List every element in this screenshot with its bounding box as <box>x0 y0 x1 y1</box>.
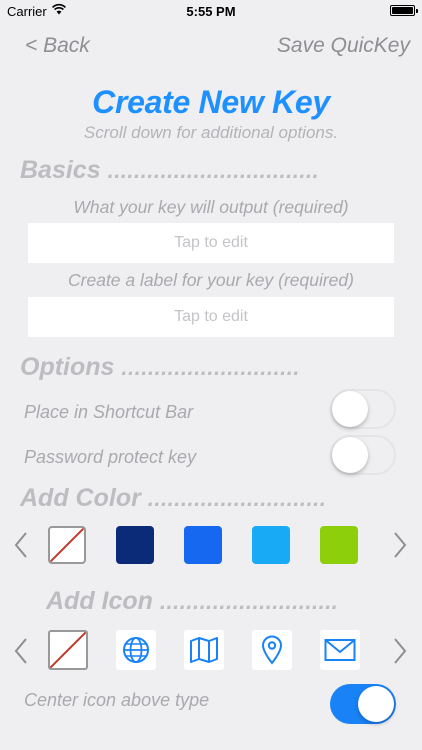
center-icon-toggle[interactable] <box>330 684 396 724</box>
color-prev-arrow-icon[interactable] <box>12 530 30 560</box>
add-color-heading: Add Color ........................... <box>20 484 326 513</box>
icon-prev-arrow-icon[interactable] <box>12 636 30 666</box>
color-next-arrow-icon[interactable] <box>391 530 409 560</box>
color-swatch-sky[interactable] <box>252 526 290 564</box>
battery-icon <box>390 5 418 16</box>
options-heading: Options ........................... <box>20 353 300 382</box>
add-icon-heading-label: Add Icon <box>46 587 153 615</box>
icon-next-arrow-icon[interactable] <box>391 636 409 666</box>
shortcut-bar-toggle[interactable] <box>330 389 396 429</box>
options-heading-label: Options <box>20 353 115 381</box>
no-color-slash-icon <box>50 528 84 562</box>
basics-heading: Basics ................................ <box>20 156 319 185</box>
map-icon <box>190 637 218 663</box>
icon-option-globe[interactable] <box>116 630 156 670</box>
back-button[interactable]: < Back <box>25 34 90 58</box>
color-swatch-none[interactable] <box>48 526 86 564</box>
password-label: Password protect key <box>24 447 197 467</box>
icon-option-location[interactable] <box>252 630 292 670</box>
status-bar: Carrier 5:55 PM <box>0 0 422 22</box>
no-icon-slash-icon <box>50 632 86 668</box>
center-icon-label: Center icon above type <box>24 690 210 710</box>
add-color-heading-label: Add Color <box>20 484 141 512</box>
section-divider: ........................... <box>121 355 300 380</box>
globe-icon <box>123 637 149 663</box>
clock: 5:55 PM <box>186 4 236 19</box>
shortcut-bar-label: Place in Shortcut Bar <box>24 402 194 422</box>
color-swatch-green[interactable] <box>320 526 358 564</box>
section-divider: ........................... <box>159 589 339 614</box>
output-hint: What your key will output (required) <box>73 197 349 217</box>
key-output-field[interactable] <box>28 223 394 263</box>
envelope-icon <box>324 639 356 661</box>
basics-heading-label: Basics <box>20 156 101 184</box>
add-icon-heading: Add Icon ........................... <box>46 587 338 616</box>
password-toggle[interactable] <box>330 435 396 475</box>
key-label-field[interactable] <box>28 297 394 337</box>
color-swatch-blue[interactable] <box>184 526 222 564</box>
color-swatch-navy[interactable] <box>116 526 154 564</box>
page-subtitle: Scroll down for additional options. <box>83 123 339 142</box>
icon-option-none[interactable] <box>48 630 88 670</box>
page-title: Create New Key <box>92 84 330 120</box>
icon-option-map[interactable] <box>184 630 224 670</box>
location-pin-icon <box>261 635 283 665</box>
save-quickey-button[interactable]: Save QuicKey <box>277 34 410 58</box>
label-hint: Create a label for your key (required) <box>68 270 354 290</box>
icon-option-mail[interactable] <box>320 630 360 670</box>
section-divider: ................................ <box>107 158 320 183</box>
section-divider: ........................... <box>147 486 327 511</box>
